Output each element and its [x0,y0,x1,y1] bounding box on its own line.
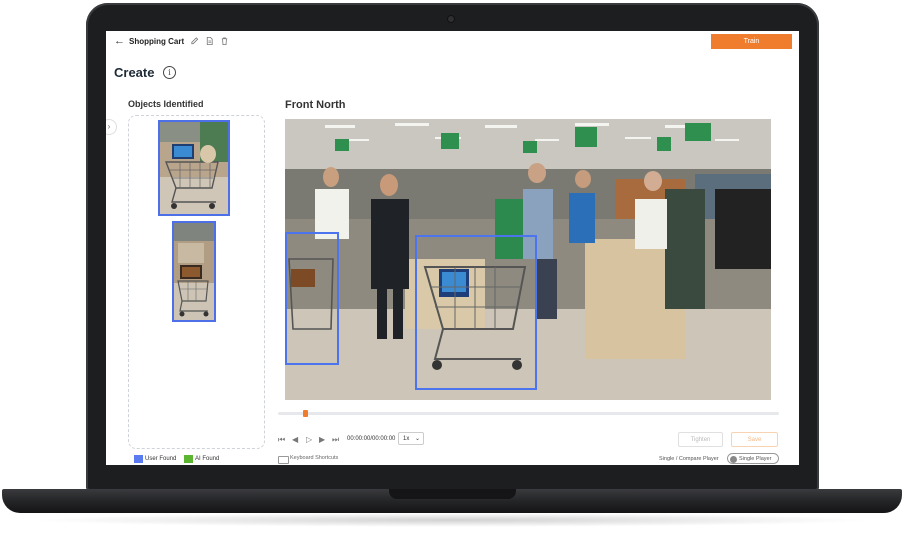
player-mode-toggle[interactable]: Single Player [727,453,779,464]
edit-pencil-icon[interactable] [190,36,199,46]
video-frame[interactable] [285,119,771,400]
legend-user-found: User Found [134,455,176,463]
app-screen: ← Shopping Cart Train Create i › Objects… [106,31,799,465]
cart-thumbnail-image [160,122,228,214]
play-icon[interactable]: ▷ [306,435,312,444]
playback-speed-select[interactable]: 1x ⌄ [398,432,424,445]
tighten-button[interactable]: Tighten [678,432,723,447]
skip-to-end-icon[interactable]: ⏭ [332,435,339,445]
ai-found-swatch [184,455,193,463]
project-title: Shopping Cart [129,37,185,46]
objects-identified-panel [128,115,265,449]
skip-to-start-icon[interactable]: ⏮ [278,435,285,445]
keyboard-shortcuts-link[interactable]: Keyboard Shortcuts [290,455,338,461]
bounding-box[interactable] [285,232,339,365]
step-back-icon[interactable]: ◀ [292,435,298,444]
train-button[interactable]: Train [711,34,792,49]
info-icon[interactable]: i [163,66,176,79]
top-bar: ← Shopping Cart Train [106,31,799,53]
save-button[interactable]: Save [731,432,778,447]
laptop-hinge-notch [389,489,516,499]
cart-thumbnail-image [174,223,214,320]
chevron-right-icon[interactable]: › [106,119,117,135]
webcam [448,16,454,22]
time-readout: 00:00:00/00:00:00 [347,436,396,442]
toggle-knob [730,455,737,463]
timeline-playhead[interactable] [303,410,308,417]
back-arrow-icon[interactable]: ← [114,35,125,47]
player-mode-label: Single / Compare Player [659,456,719,462]
bounding-box[interactable] [415,235,537,390]
object-thumbnail[interactable] [172,221,216,322]
keyboard-icon [278,456,289,464]
page-title: Create [114,65,155,80]
timeline-track[interactable] [278,412,779,415]
objects-identified-title: Objects Identified [128,99,204,109]
step-forward-icon[interactable]: ▶ [319,435,325,444]
object-thumbnail[interactable] [158,120,230,216]
laptop-shadow [30,513,875,527]
chevron-down-icon: ⌄ [414,436,420,442]
user-found-swatch [134,455,143,463]
document-icon[interactable] [205,36,214,46]
legend-ai-found: AI Found [184,455,219,463]
camera-view-title: Front North [285,99,346,111]
trash-icon[interactable] [220,36,229,46]
